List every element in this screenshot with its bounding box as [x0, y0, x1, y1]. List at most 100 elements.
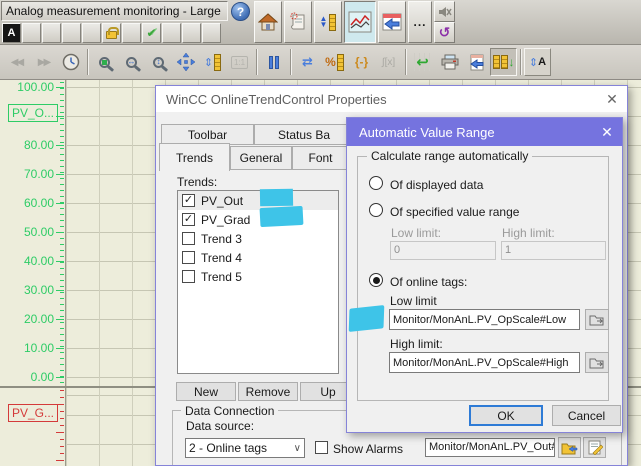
- move-icon: [177, 53, 195, 71]
- checkbox-checked[interactable]: ✓: [182, 213, 195, 226]
- more-tools-button[interactable]: ...: [408, 1, 432, 43]
- y-axis-ticks-green-major: [56, 82, 64, 385]
- tab-status-bar[interactable]: Status Ba: [254, 124, 354, 145]
- online-low-limit-field[interactable]: Monitor/MonAnL.PV_OpScale#Low: [389, 309, 580, 330]
- value-limits-button[interactable]: ▲▼: [314, 1, 342, 43]
- move-axis-button[interactable]: ⇕: [199, 48, 226, 76]
- checkbox-unchecked[interactable]: [182, 251, 195, 264]
- radio-of-online-tags[interactable]: [369, 273, 383, 287]
- acknowledge-button[interactable]: ✔: [142, 23, 161, 43]
- trend-list-item[interactable]: ✓ PV_Out: [178, 191, 338, 210]
- radio-label[interactable]: Of specified value range: [390, 205, 519, 219]
- home-button[interactable]: [254, 1, 282, 43]
- remove-button[interactable]: Remove: [238, 382, 298, 401]
- folder-arrow-icon: [589, 356, 605, 369]
- zoom-y-button[interactable]: ↕: [145, 48, 172, 76]
- pan-button[interactable]: [172, 48, 199, 76]
- radio-of-displayed-data[interactable]: [369, 176, 383, 190]
- tab-trends-active[interactable]: Trends: [159, 143, 230, 171]
- picture-title: Analog measurement monitoring - Large: [1, 1, 228, 21]
- trend-view-button[interactable]: [344, 1, 376, 43]
- checkbox-checked[interactable]: ✓: [182, 194, 195, 207]
- export-button[interactable]: [463, 48, 490, 76]
- axis-tag-pv-out[interactable]: PV_O...: [8, 104, 58, 122]
- toolbar-button-empty[interactable]: [122, 23, 141, 43]
- browse-high-tag-button[interactable]: [585, 352, 609, 373]
- toolbar-button-empty[interactable]: [22, 23, 41, 43]
- button-label: OK: [497, 409, 514, 423]
- data-source-label: Data source:: [186, 419, 254, 433]
- spec-low-limit-label: Low limit:: [391, 226, 441, 240]
- axis-label-button[interactable]: ⇕ A: [524, 48, 551, 76]
- trend-control-toolbar: ◀◀ ▶▶ ↔ ↕ ⇕ 1:1: [0, 45, 641, 80]
- properties-dialog-titlebar[interactable]: WinCC OnlineTrendControl Properties ✕: [156, 86, 627, 112]
- pause-icon: [275, 56, 279, 69]
- value-range-titlebar[interactable]: Automatic Value Range ✕: [347, 118, 622, 146]
- zoom-y-icon: ↕: [153, 57, 164, 68]
- tab-general[interactable]: General: [230, 146, 292, 170]
- time-axis-button[interactable]: ⇄: [294, 48, 321, 76]
- report-button[interactable]: [284, 1, 312, 43]
- toolbar-button-empty[interactable]: [202, 23, 221, 43]
- close-button[interactable]: ✕: [597, 87, 627, 111]
- tab-toolbar[interactable]: Toolbar: [161, 124, 254, 145]
- axis-tag-pv-grad[interactable]: PV_G...: [8, 404, 58, 422]
- trends-listbox[interactable]: ✓ PV_Out ✓ PV_Grad Trend 3 Trend 4 Trend…: [177, 190, 339, 374]
- alarm-view-button[interactable]: [378, 1, 406, 43]
- checkbox-unchecked[interactable]: [182, 232, 195, 245]
- v-arrows-icon: ⇕: [529, 56, 538, 69]
- cancel-button[interactable]: Cancel: [552, 405, 621, 426]
- pause-button[interactable]: [260, 48, 287, 76]
- auto-range-button[interactable]: ↓: [490, 48, 517, 76]
- mute-button[interactable]: [434, 1, 455, 22]
- print-button[interactable]: [436, 48, 463, 76]
- original-view-button: 1:1: [226, 48, 253, 76]
- online-high-limit-field[interactable]: Monitor/MonAnL.PV_OpScale#High: [389, 352, 580, 373]
- close-button[interactable]: ✕: [592, 120, 622, 144]
- zoom-x-icon: ↔: [126, 57, 137, 68]
- trend-tag-field[interactable]: Monitor/MonAnL.PV_Out#: [425, 438, 555, 457]
- trend-list-item[interactable]: Trend 4: [178, 248, 338, 267]
- green-arrow-icon: ↓: [509, 55, 515, 69]
- tab-font[interactable]: Font: [292, 146, 349, 170]
- toolbar-button-empty[interactable]: [162, 23, 181, 43]
- trend-name: PV_Out: [201, 194, 243, 208]
- alarm-table-icon: [381, 12, 403, 32]
- tag-selection-button[interactable]: [583, 437, 606, 458]
- select-curve-button[interactable]: {-}: [348, 48, 375, 76]
- radio-label[interactable]: Of displayed data: [390, 178, 483, 192]
- toolbar-button-empty[interactable]: [82, 23, 101, 43]
- toolbar-button-empty[interactable]: [42, 23, 61, 43]
- checkbox-unchecked[interactable]: [182, 270, 195, 283]
- trend-list-item[interactable]: Trend 5: [178, 267, 338, 286]
- show-alarms-checkbox[interactable]: [315, 441, 328, 454]
- data-source-dropdown[interactable]: 2 - Online tags ∨: [185, 438, 305, 458]
- help-button[interactable]: ?: [231, 2, 250, 21]
- toolbar-button-empty[interactable]: [62, 23, 81, 43]
- ok-button[interactable]: OK: [469, 405, 543, 426]
- data-connect-button[interactable]: ↩: [409, 48, 436, 76]
- fast-forward-icon: ▶▶: [38, 57, 49, 68]
- radio-of-specified-range[interactable]: [369, 203, 383, 217]
- tab-label: Trends: [176, 151, 213, 165]
- radio-label[interactable]: Of online tags:: [390, 275, 467, 289]
- ruler-icon: [214, 54, 221, 71]
- letter-a-icon: A: [538, 56, 546, 68]
- browse-low-tag-button[interactable]: [585, 309, 609, 330]
- zoom-area-button[interactable]: [91, 48, 118, 76]
- button-label: Up: [320, 385, 335, 399]
- trend-name: Trend 3: [201, 232, 242, 246]
- trend-list-item[interactable]: Trend 3: [178, 229, 338, 248]
- time-range-button[interactable]: [57, 48, 84, 76]
- toolbar-button-empty[interactable]: [182, 23, 201, 43]
- annotation-highlight-pv-grad: [260, 206, 304, 227]
- zoom-x-button[interactable]: ↔: [118, 48, 145, 76]
- browse-tag-button[interactable]: [558, 437, 581, 458]
- undo-button[interactable]: ↺: [434, 22, 455, 43]
- trend-list-item[interactable]: ✓ PV_Grad: [178, 210, 338, 229]
- lock-button[interactable]: [102, 23, 121, 43]
- printer-icon: [441, 54, 459, 70]
- new-button[interactable]: New: [176, 382, 236, 401]
- percent-scale-button[interactable]: %: [321, 48, 348, 76]
- font-style-a-button[interactable]: A: [2, 23, 21, 43]
